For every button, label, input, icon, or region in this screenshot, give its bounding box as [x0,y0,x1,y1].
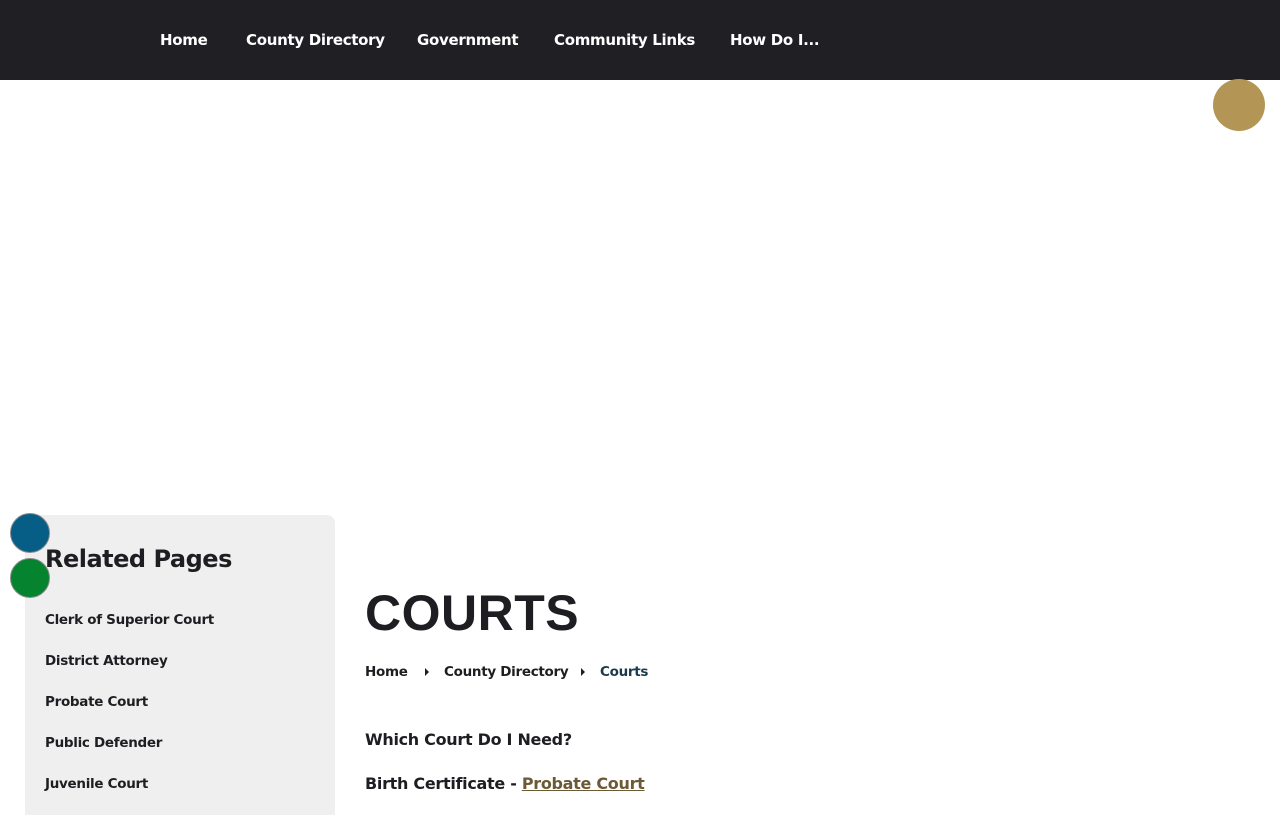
probate-court-link[interactable]: Probate Court [522,774,645,793]
chevron-right-icon [425,668,429,676]
breadcrumb-current-courts: Courts [600,664,649,680]
sidebar-title: Related Pages [45,545,232,573]
sidebar-link-public-defender[interactable]: Public Defender [45,735,162,751]
court-question-heading: Which Court Do I Need? [365,730,572,749]
birth-certificate-line: Birth Certificate - Probate Court [365,773,645,795]
nav-home[interactable]: Home [160,0,208,80]
breadcrumb-home[interactable]: Home [365,662,408,682]
top-navigation: Home County Directory Government Communi… [0,0,1280,80]
page-title: COURTS [365,585,580,641]
nav-county-directory[interactable]: County Directory [246,0,385,80]
related-pages-sidebar: Related Pages Clerk of Superior Court Di… [25,515,335,815]
birth-certificate-label: Birth Certificate - [365,774,522,793]
chevron-right-icon [581,668,585,676]
sidebar-link-district-attorney[interactable]: District Attorney [45,653,168,669]
blue-circle-button[interactable] [10,513,50,553]
nav-government[interactable]: Government [417,0,519,80]
gold-circle-button[interactable] [1213,79,1265,131]
sidebar-link-clerk-of-superior-court[interactable]: Clerk of Superior Court [45,612,214,628]
sidebar-link-probate-court[interactable]: Probate Court [45,694,148,710]
breadcrumb-county-directory[interactable]: County Directory [444,662,569,682]
sidebar-link-juvenile-court[interactable]: Juvenile Court [45,776,148,792]
nav-community-links[interactable]: Community Links [554,0,695,80]
green-circle-button[interactable] [10,558,50,598]
nav-how-do-i[interactable]: How Do I... [730,0,820,80]
